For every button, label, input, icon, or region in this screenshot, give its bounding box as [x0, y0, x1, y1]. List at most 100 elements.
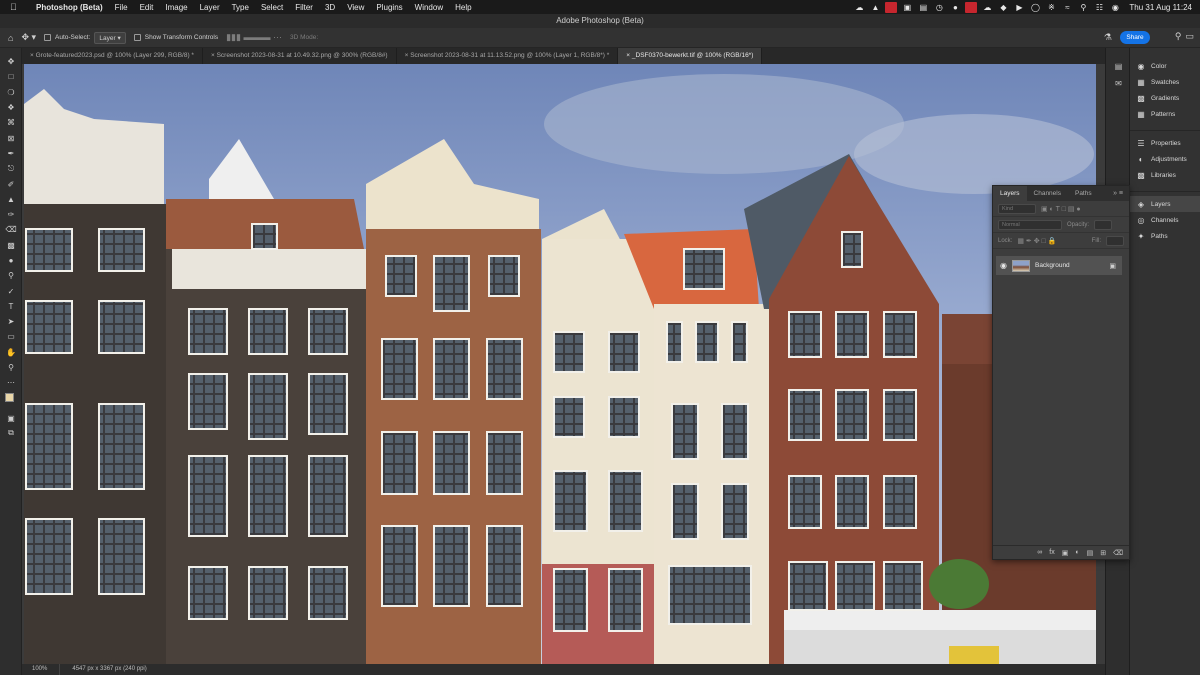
- tab-channels[interactable]: Channels: [1027, 186, 1068, 201]
- tab-paths[interactable]: Paths: [1068, 186, 1099, 201]
- workspace-icon[interactable]: ▭: [1185, 31, 1194, 42]
- lock-icon[interactable]: ▣: [1109, 262, 1116, 270]
- close-icon[interactable]: ×: [30, 52, 34, 59]
- crop-tool-icon[interactable]: ⌘: [0, 115, 22, 130]
- creative-cloud-icon[interactable]: ☁: [851, 3, 867, 12]
- close-icon[interactable]: ×: [626, 52, 630, 59]
- color-swatches[interactable]: [0, 391, 22, 411]
- trash-icon[interactable]: ⌫: [1113, 549, 1123, 557]
- shield-icon[interactable]: ◆: [995, 3, 1011, 12]
- tray-red-app-icon[interactable]: [885, 1, 898, 13]
- tab-document-2[interactable]: × Screenshot 2023-08-31 at 10.49.32.png …: [203, 48, 397, 64]
- document-info[interactable]: 4547 px x 3367 px (240 ppi): [72, 664, 146, 675]
- pen-tool-icon[interactable]: ✓: [0, 283, 22, 298]
- blur-tool-icon[interactable]: ●: [0, 253, 22, 268]
- home-icon[interactable]: ⌂: [8, 33, 13, 43]
- screen-mode-icon[interactable]: ⧉: [0, 426, 22, 441]
- play-icon[interactable]: ▶: [1011, 3, 1027, 12]
- tray-red-app-icon-2[interactable]: [965, 1, 978, 13]
- lock-icons[interactable]: ▦ ✒ ✥ □ 🔒: [1017, 237, 1056, 245]
- panel-libraries[interactable]: ▩ Libraries: [1130, 167, 1200, 183]
- tray-layers-icon[interactable]: ▤: [915, 3, 931, 12]
- adjustment-layer-icon[interactable]: ◐: [1075, 549, 1079, 556]
- layer-row-background[interactable]: ◉ Background ▣: [996, 256, 1122, 275]
- tab-document-1[interactable]: × Grote-featured2023.psd @ 100% (Layer 2…: [22, 48, 203, 64]
- panel-layers[interactable]: ◈ Layers: [1130, 196, 1200, 212]
- add-mask-icon[interactable]: ▣: [1062, 549, 1069, 557]
- control-center-icon[interactable]: ☷: [1091, 3, 1107, 12]
- history-brush-tool-icon[interactable]: ✑: [0, 207, 22, 222]
- lasso-tool-icon[interactable]: ❍: [0, 85, 22, 100]
- clock-icon[interactable]: ◷: [931, 3, 947, 12]
- tray-app-icon[interactable]: ▲: [867, 3, 883, 12]
- frame-tool-icon[interactable]: ⊠: [0, 130, 22, 145]
- close-icon[interactable]: ×: [211, 52, 215, 59]
- search-icon[interactable]: ⚲: [1075, 3, 1091, 12]
- rectangle-tool-icon[interactable]: ▭: [0, 329, 22, 344]
- close-icon[interactable]: ×: [405, 52, 409, 59]
- menu-view[interactable]: View: [341, 3, 370, 12]
- tab-document-3[interactable]: × Screenshot 2023-08-31 at 11.13.52.png …: [397, 48, 619, 64]
- menu-layer[interactable]: Layer: [194, 3, 226, 12]
- eraser-tool-icon[interactable]: ⌫: [0, 222, 22, 237]
- menu-window[interactable]: Window: [409, 3, 449, 12]
- menu-type[interactable]: Type: [226, 3, 255, 12]
- menu-file[interactable]: File: [109, 3, 134, 12]
- history-icon[interactable]: ▤: [1106, 58, 1131, 75]
- align-icons[interactable]: ▮▮▮ ▬▬▬ ⋯: [226, 32, 282, 43]
- panel-swatches[interactable]: ▦ Swatches: [1130, 74, 1200, 90]
- wifi-icon[interactable]: ≈: [1059, 3, 1075, 12]
- kind-filter-select[interactable]: Kind: [998, 203, 1036, 214]
- flask-icon[interactable]: ⚗: [1104, 32, 1112, 43]
- app-menu[interactable]: Photoshop (Beta): [30, 3, 109, 12]
- move-tool-icon[interactable]: ✥ ▾: [21, 32, 36, 43]
- eyedropper-tool-icon[interactable]: ✒: [0, 146, 22, 161]
- panel-channels[interactable]: ◎ Channels: [1130, 212, 1200, 228]
- drop-icon[interactable]: ●: [947, 3, 963, 12]
- search-icon[interactable]: ⚲: [1175, 31, 1182, 42]
- marquee-tool-icon[interactable]: □: [0, 69, 22, 84]
- tab-document-4[interactable]: × _DSF0370-bewerkt.tif @ 100% (RGB/16*): [618, 48, 763, 64]
- menu-filter[interactable]: Filter: [289, 3, 319, 12]
- new-group-icon[interactable]: ▤: [1087, 549, 1094, 557]
- tab-layers[interactable]: Layers: [993, 186, 1027, 201]
- quick-mask-icon[interactable]: ▣: [0, 411, 22, 426]
- menubar-clock[interactable]: Thu 31 Aug 11:24: [1123, 3, 1200, 12]
- fill-field[interactable]: [1106, 235, 1124, 246]
- transform-controls-checkbox[interactable]: [133, 34, 141, 41]
- menu-3d[interactable]: 3D: [319, 3, 341, 12]
- comments-icon[interactable]: ✉: [1106, 75, 1131, 92]
- healing-brush-tool-icon[interactable]: ⎋: [0, 161, 22, 176]
- fx-icon[interactable]: fx: [1049, 549, 1054, 556]
- new-layer-icon[interactable]: ⊞: [1100, 549, 1106, 557]
- siri-icon[interactable]: ◉: [1107, 3, 1123, 12]
- gradient-tool-icon[interactable]: ▩: [0, 238, 22, 253]
- brush-tool-icon[interactable]: ✐: [0, 176, 22, 191]
- hand-tool-icon[interactable]: ✋: [0, 345, 22, 360]
- object-select-tool-icon[interactable]: ❖: [0, 100, 22, 115]
- panel-menu-icon[interactable]: » ≡: [1113, 190, 1129, 197]
- menu-image[interactable]: Image: [159, 3, 193, 12]
- panel-patterns[interactable]: ▦ Patterns: [1130, 106, 1200, 122]
- more-tools-icon[interactable]: ⋯: [0, 375, 22, 390]
- foreground-color-swatch[interactable]: [5, 392, 14, 402]
- cloud-icon[interactable]: ☁: [979, 3, 995, 12]
- zoom-tool-icon[interactable]: ⚲: [0, 360, 22, 375]
- type-tool-icon[interactable]: T: [0, 299, 22, 314]
- clone-stamp-tool-icon[interactable]: ▲: [0, 192, 22, 207]
- panel-properties[interactable]: ☰ Properties: [1130, 135, 1200, 151]
- auto-select-checkbox[interactable]: [44, 34, 51, 41]
- menu-help[interactable]: Help: [449, 3, 477, 12]
- menu-edit[interactable]: Edit: [134, 3, 160, 12]
- auto-select-dropdown[interactable]: Layer ▾: [94, 31, 126, 44]
- tray-box-icon[interactable]: ▣: [899, 3, 915, 12]
- panel-paths[interactable]: ✦ Paths: [1130, 228, 1200, 244]
- apple-icon[interactable]: : [10, 2, 22, 12]
- opacity-field[interactable]: [1094, 219, 1113, 230]
- menu-plugins[interactable]: Plugins: [370, 3, 408, 12]
- menu-select[interactable]: Select: [255, 3, 289, 12]
- panel-gradients[interactable]: ▩ Gradients: [1130, 90, 1200, 106]
- eye-icon[interactable]: ◉: [1000, 261, 1007, 270]
- panel-color[interactable]: ◉ Color: [1130, 58, 1200, 74]
- document-canvas[interactable]: [24, 64, 1096, 664]
